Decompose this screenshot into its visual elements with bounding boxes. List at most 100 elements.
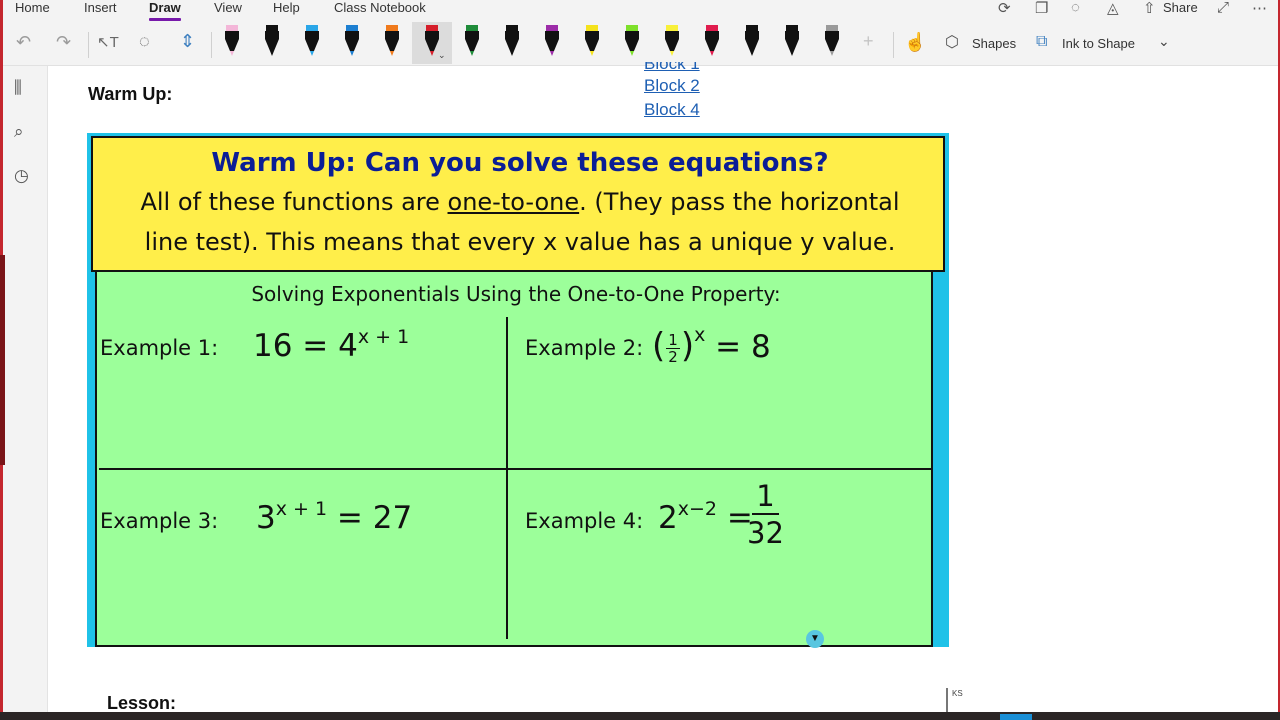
- redo-icon[interactable]: ↷: [56, 32, 71, 53]
- pen-1[interactable]: [224, 25, 240, 57]
- tab-help[interactable]: Help: [273, 0, 300, 16]
- pen-body: [785, 31, 799, 51]
- slide-line-1: All of these functions are one-to-one. (…: [140, 188, 900, 216]
- pen-body: [585, 31, 599, 51]
- window-edge: [0, 255, 5, 465]
- tab-insert[interactable]: Insert: [84, 0, 117, 16]
- insert-space-icon[interactable]: ⇕: [180, 31, 195, 52]
- pen-7[interactable]: [464, 25, 480, 57]
- pen-12[interactable]: [664, 25, 680, 57]
- shapes-icon[interactable]: ⬡: [945, 32, 959, 52]
- pen-body: [505, 31, 519, 51]
- pen-body: [705, 31, 719, 51]
- ink-to-shape-icon[interactable]: ⧉: [1036, 33, 1047, 51]
- pen-tip: [590, 51, 594, 56]
- pen-cap: [746, 25, 758, 31]
- more-icon[interactable]: ⋯: [1252, 0, 1267, 17]
- share-button[interactable]: Share: [1163, 0, 1198, 15]
- shapes-button[interactable]: Shapes: [972, 36, 1016, 51]
- bell-icon[interactable]: ◬: [1107, 0, 1119, 17]
- search-icon[interactable]: ⌕: [14, 122, 24, 142]
- pen-13[interactable]: [704, 25, 720, 57]
- pen-4[interactable]: [344, 25, 360, 57]
- ink-to-shape-button[interactable]: Ink to Shape: [1062, 36, 1135, 51]
- grid-divider-vertical: [506, 317, 508, 639]
- pen-cap: [506, 25, 518, 31]
- touch-draw-icon[interactable]: ☝: [904, 32, 926, 53]
- example-4-equation: 2x−2 =: [658, 498, 753, 536]
- pen-11[interactable]: [624, 25, 640, 57]
- taskbar-active-app: [1000, 714, 1032, 720]
- pen-tip: [550, 51, 554, 56]
- pen-16[interactable]: [824, 25, 840, 57]
- lasso-select-icon[interactable]: ◌: [139, 31, 150, 52]
- pen-cap: [626, 25, 638, 31]
- pen-tip: [430, 51, 434, 56]
- example-1-label: Example 1:: [100, 336, 219, 360]
- pen-6[interactable]: [424, 25, 440, 57]
- pen-tip: [670, 51, 674, 56]
- pen-14[interactable]: [744, 25, 760, 57]
- tab-home[interactable]: Home: [15, 0, 50, 16]
- link-block-4[interactable]: Block 4: [644, 100, 700, 120]
- pen-15[interactable]: [784, 25, 800, 57]
- pen-body: [665, 31, 679, 51]
- pen-tip: [470, 51, 474, 56]
- pen-cap: [786, 25, 798, 31]
- pen-tip: [510, 51, 514, 56]
- pen-8[interactable]: [504, 25, 520, 57]
- pen-body: [225, 31, 239, 51]
- pen-tip: [710, 51, 714, 56]
- tab-view[interactable]: View: [214, 0, 242, 16]
- lesson-heading: Lesson:: [107, 693, 177, 713]
- link-block-2[interactable]: Block 2: [644, 76, 700, 96]
- share-icon[interactable]: ⇧: [1143, 0, 1156, 17]
- pen-10[interactable]: [584, 25, 600, 57]
- pen-body: [425, 31, 439, 51]
- tab-draw[interactable]: Draw: [149, 0, 181, 21]
- media-play-icon[interactable]: ▼: [806, 630, 824, 648]
- example-1-equation: 16 = 4x + 1: [253, 326, 410, 364]
- pen-body: [265, 31, 279, 51]
- undo-icon[interactable]: ↶: [16, 32, 31, 53]
- pen-cap: [386, 25, 398, 31]
- taskbar-strip: [0, 712, 1280, 720]
- notebook-icon[interactable]: ❐: [1035, 0, 1048, 17]
- type-select-icon[interactable]: ↖T: [97, 33, 119, 51]
- chevron-down-icon[interactable]: ⌄: [1158, 33, 1170, 50]
- pen-cap: [426, 25, 438, 31]
- pen-5[interactable]: [384, 25, 400, 57]
- example-2-label: Example 2:: [525, 336, 644, 360]
- pen-3[interactable]: [304, 25, 320, 57]
- add-pen-icon[interactable]: +: [863, 31, 874, 52]
- pen-2[interactable]: [264, 25, 280, 57]
- example-3-equation: 3x + 1 = 27: [256, 498, 413, 536]
- pen-cap: [666, 25, 678, 31]
- pen-body: [305, 31, 319, 51]
- example-4-label: Example 4:: [525, 509, 644, 533]
- slide-line-2: line test). This means that every x valu…: [144, 228, 896, 256]
- recent-icon[interactable]: ◷: [14, 166, 29, 186]
- lightbulb-icon[interactable]: ◌: [1071, 0, 1080, 16]
- pen-cap: [266, 25, 278, 31]
- pen-body: [545, 31, 559, 51]
- pen-9[interactable]: [544, 25, 560, 57]
- tab-class-notebook[interactable]: Class Notebook: [334, 0, 426, 16]
- sync-icon[interactable]: ⟳: [998, 0, 1011, 17]
- pen-cap: [226, 25, 238, 31]
- warm-up-slide-image[interactable]: Warm Up: Can you solve these equations? …: [87, 133, 949, 647]
- author-initials: KS: [952, 689, 963, 698]
- page-heading: Warm Up:: [88, 84, 173, 104]
- slide-title: Warm Up: Can you solve these equations?: [211, 148, 829, 178]
- draw-toolbar: ↶ ↷ ↖T ◌ ⇕ ⌄ + ☝ ⬡ Shapes ⧉ Ink to Shape…: [0, 22, 1280, 66]
- expand-icon[interactable]: ⤢: [1217, 0, 1229, 16]
- toolbar-divider: [211, 32, 212, 58]
- pen-cap: [706, 25, 718, 31]
- pen-tip: [630, 51, 634, 56]
- pen-tip: [390, 51, 394, 56]
- notebooks-icon[interactable]: ⫼: [14, 78, 22, 98]
- pen-cap: [826, 25, 838, 31]
- pen-body: [345, 31, 359, 51]
- pen-cap: [586, 25, 598, 31]
- author-marker: [946, 688, 948, 712]
